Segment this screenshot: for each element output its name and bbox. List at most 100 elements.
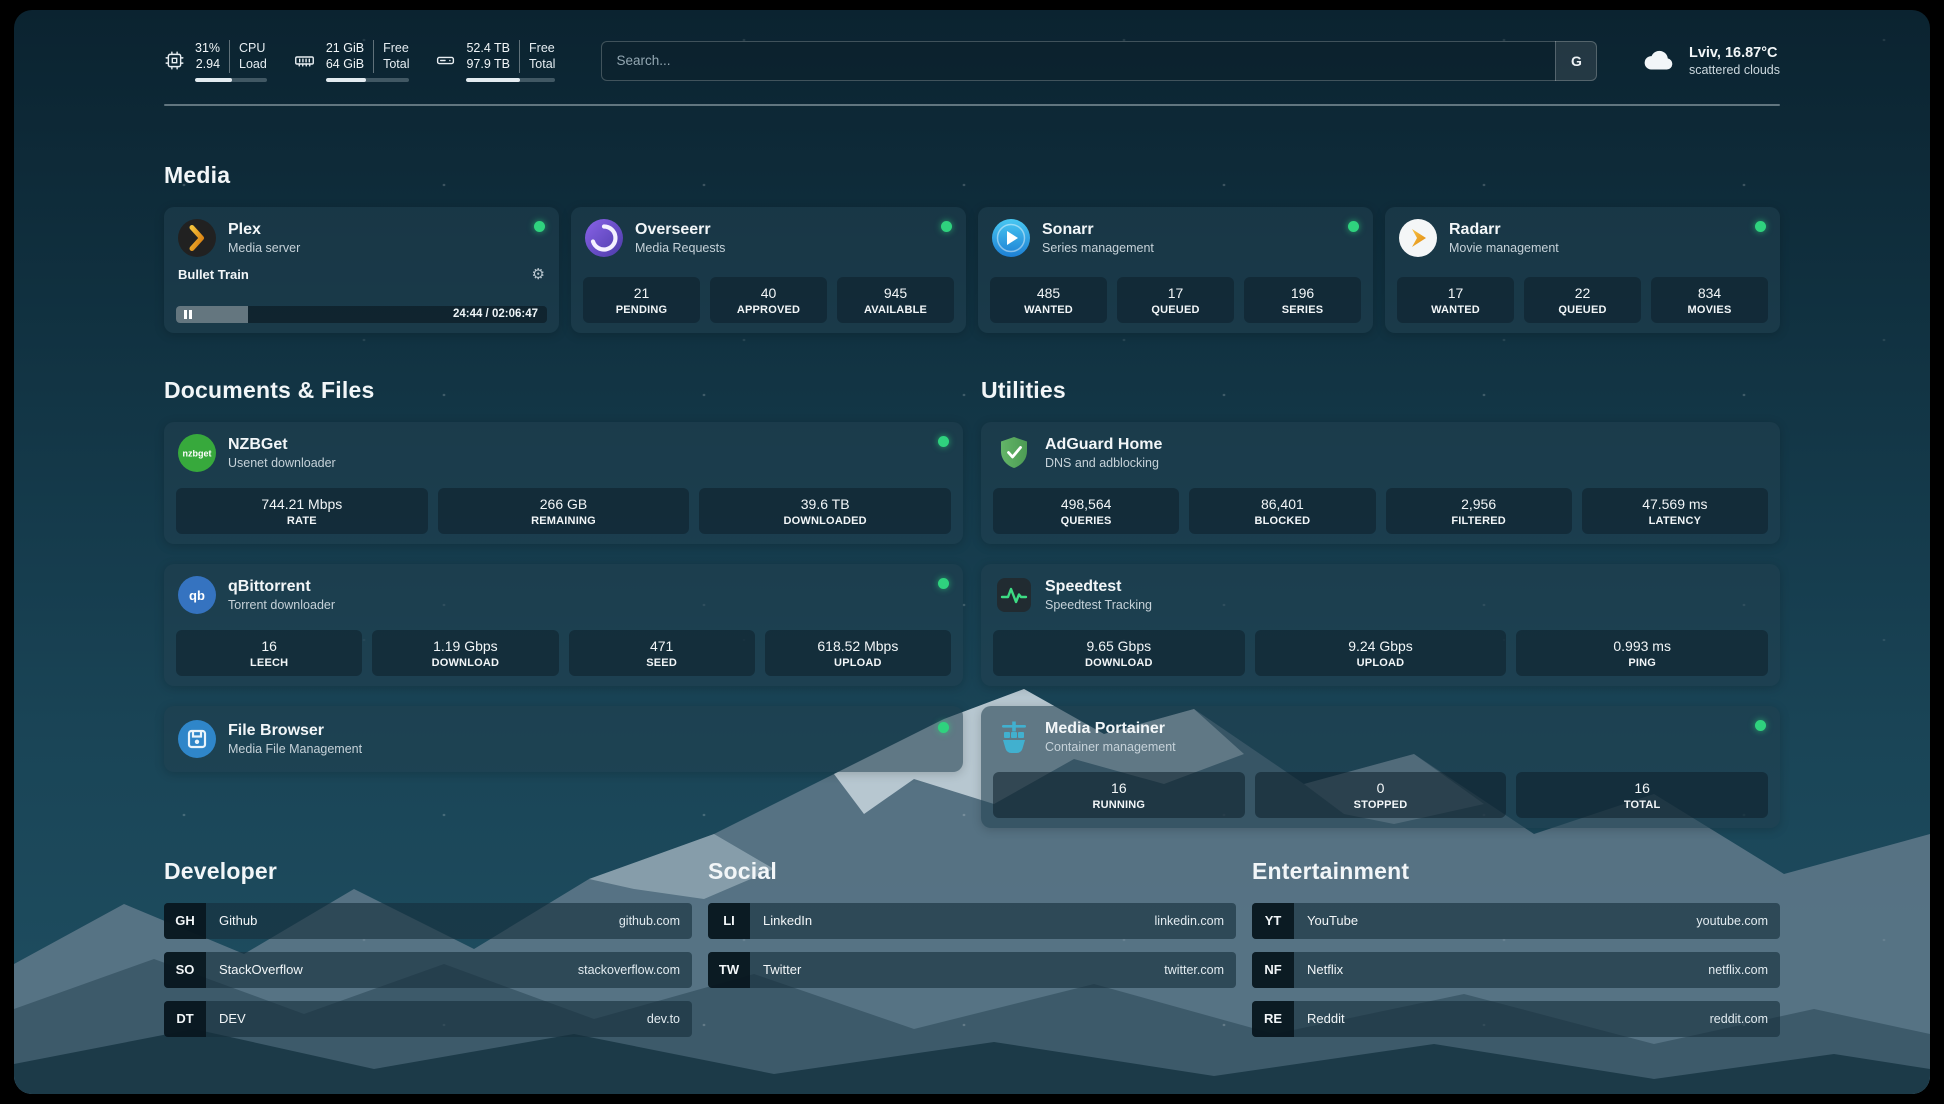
- stat-label: RUNNING: [997, 799, 1241, 811]
- pause-icon[interactable]: [184, 310, 192, 319]
- filebrowser-card[interactable]: File Browser Media File Management: [164, 706, 963, 772]
- stat-label: WANTED: [994, 304, 1103, 316]
- overseerr-icon: [585, 219, 623, 257]
- disk-total-value: 97.9 TB: [466, 56, 510, 72]
- bookmark-reddit[interactable]: RE Reddit reddit.com: [1252, 1001, 1780, 1037]
- speedtest-icon: [995, 576, 1033, 614]
- bookmark-url: netflix.com: [1708, 963, 1768, 977]
- dashboard-background: 31% 2.94 CPU Load: [14, 10, 1930, 1094]
- bookmark-name: LinkedIn: [763, 913, 812, 928]
- section-media: Media Plex: [164, 162, 1780, 333]
- speedtest-card[interactable]: Speedtest Speedtest Tracking 9.65 Gbps D…: [981, 564, 1780, 686]
- stat-label: PENDING: [587, 304, 696, 316]
- bookmark-dev[interactable]: DT DEV dev.to: [164, 1001, 692, 1037]
- section-title-developer: Developer: [164, 858, 692, 885]
- cpu-load-value: 2.94: [196, 56, 220, 72]
- sonarr-card[interactable]: Sonarr Series management 485 WANTED: [978, 207, 1373, 333]
- bookmark-youtube[interactable]: YT YouTube youtube.com: [1252, 903, 1780, 939]
- stat-box: 17 WANTED: [1397, 277, 1514, 323]
- stat-box: 40 APPROVED: [710, 277, 827, 323]
- app-title: Media Portainer: [1045, 719, 1176, 738]
- bookmark-linkedin[interactable]: LI LinkedIn linkedin.com: [708, 903, 1236, 939]
- settings-gear-icon[interactable]: ⚙: [532, 267, 545, 282]
- weather-condition: scattered clouds: [1689, 63, 1780, 77]
- stat-label: RATE: [180, 515, 424, 527]
- disk-total-label: Total: [529, 56, 555, 72]
- radarr-card[interactable]: Radarr Movie management 17 WANTED 2: [1385, 207, 1780, 333]
- stat-label: QUEUED: [1528, 304, 1637, 316]
- stat-box: 16 RUNNING: [993, 772, 1245, 818]
- filebrowser-icon: [178, 720, 216, 758]
- stat-value: 834: [1655, 285, 1764, 301]
- stat-box: 834 MOVIES: [1651, 277, 1768, 323]
- stat-label: AVAILABLE: [841, 304, 950, 316]
- stat-box: 86,401 BLOCKED: [1189, 488, 1375, 534]
- stat-label: SEED: [573, 657, 751, 669]
- bookmark-abbr: GH: [164, 903, 206, 939]
- status-online-dot: [1755, 221, 1766, 232]
- status-online-dot: [938, 578, 949, 589]
- stat-value: 21: [587, 285, 696, 301]
- section-social: Social LI LinkedIn linkedin.com TW Twitt…: [708, 858, 1236, 1050]
- app-title: AdGuard Home: [1045, 435, 1162, 454]
- bookmark-name: Reddit: [1307, 1011, 1345, 1026]
- bookmark-name: DEV: [219, 1011, 246, 1026]
- qbittorrent-icon: qb: [178, 576, 216, 614]
- stat-box: 0 STOPPED: [1255, 772, 1507, 818]
- stat-value: 0.993 ms: [1520, 638, 1764, 654]
- svg-text:qb: qb: [189, 588, 205, 603]
- bookmark-netflix[interactable]: NF Netflix netflix.com: [1252, 952, 1780, 988]
- section-title-social: Social: [708, 858, 1236, 885]
- qbittorrent-card[interactable]: qb qBittorrent Torrent downloader: [164, 564, 963, 686]
- stat-box: 39.6 TB DOWNLOADED: [699, 488, 951, 534]
- adguard-card[interactable]: AdGuard Home DNS and adblocking 498,564 …: [981, 422, 1780, 544]
- weather-widget: Lviv, 16.87°C scattered clouds: [1641, 45, 1780, 77]
- cpu-label: CPU: [239, 40, 267, 56]
- nzbget-card[interactable]: nzbget NZBGet Usenet downloader: [164, 422, 963, 544]
- stat-value: 16: [1520, 780, 1764, 796]
- ram-icon: [293, 50, 316, 71]
- search-input[interactable]: [601, 41, 1597, 81]
- stat-label: SERIES: [1248, 304, 1357, 316]
- svg-text:nzbget: nzbget: [183, 448, 212, 458]
- app-subtitle: DNS and adblocking: [1045, 456, 1162, 470]
- section-entertainment: Entertainment YT YouTube youtube.com NF …: [1252, 858, 1780, 1050]
- portainer-card[interactable]: Media Portainer Container management 16 …: [981, 706, 1780, 828]
- playback-progress-bar[interactable]: 24:44 / 02:06:47: [176, 306, 547, 323]
- stat-value: 471: [573, 638, 751, 654]
- plex-card[interactable]: Plex Media server Bullet Train ⚙: [164, 207, 559, 333]
- stat-label: FILTERED: [1390, 515, 1568, 527]
- stat-label: STOPPED: [1259, 799, 1503, 811]
- ram-progress-bar: [326, 78, 410, 82]
- stat-value: 16: [180, 638, 358, 654]
- stat-box: 266 GB REMAINING: [438, 488, 690, 534]
- ram-widget: 21 GiB 64 GiB Free Total: [293, 40, 410, 82]
- stat-value: 744.21 Mbps: [180, 496, 424, 512]
- nzbget-icon: nzbget: [178, 434, 216, 472]
- stat-box: 2,956 FILTERED: [1386, 488, 1572, 534]
- bookmark-url: reddit.com: [1710, 1012, 1768, 1026]
- stat-value: 9.65 Gbps: [997, 638, 1241, 654]
- bookmark-twitter[interactable]: TW Twitter twitter.com: [708, 952, 1236, 988]
- bookmark-abbr: YT: [1252, 903, 1294, 939]
- stat-value: 0: [1259, 780, 1503, 796]
- stat-box: 16 LEECH: [176, 630, 362, 676]
- stat-value: 485: [994, 285, 1103, 301]
- bookmark-abbr: DT: [164, 1001, 206, 1037]
- stat-label: DOWNLOAD: [997, 657, 1241, 669]
- stat-value: 945: [841, 285, 950, 301]
- stat-value: 40: [714, 285, 823, 301]
- stat-label: APPROVED: [714, 304, 823, 316]
- bookmark-stackoverflow[interactable]: SO StackOverflow stackoverflow.com: [164, 952, 692, 988]
- stat-value: 47.569 ms: [1586, 496, 1764, 512]
- overseerr-card[interactable]: Overseerr Media Requests 21 PENDING: [571, 207, 966, 333]
- ram-free-label: Free: [383, 40, 409, 56]
- topbar-divider: [164, 104, 1780, 106]
- weather-location: Lviv, 16.87°C: [1689, 45, 1780, 61]
- search-engine-button[interactable]: G: [1555, 41, 1597, 81]
- bookmark-url: github.com: [619, 914, 680, 928]
- bookmark-github[interactable]: GH Github github.com: [164, 903, 692, 939]
- stat-value: 9.24 Gbps: [1259, 638, 1503, 654]
- stat-label: LATENCY: [1586, 515, 1764, 527]
- playback-time: 24:44 / 02:06:47: [453, 308, 538, 320]
